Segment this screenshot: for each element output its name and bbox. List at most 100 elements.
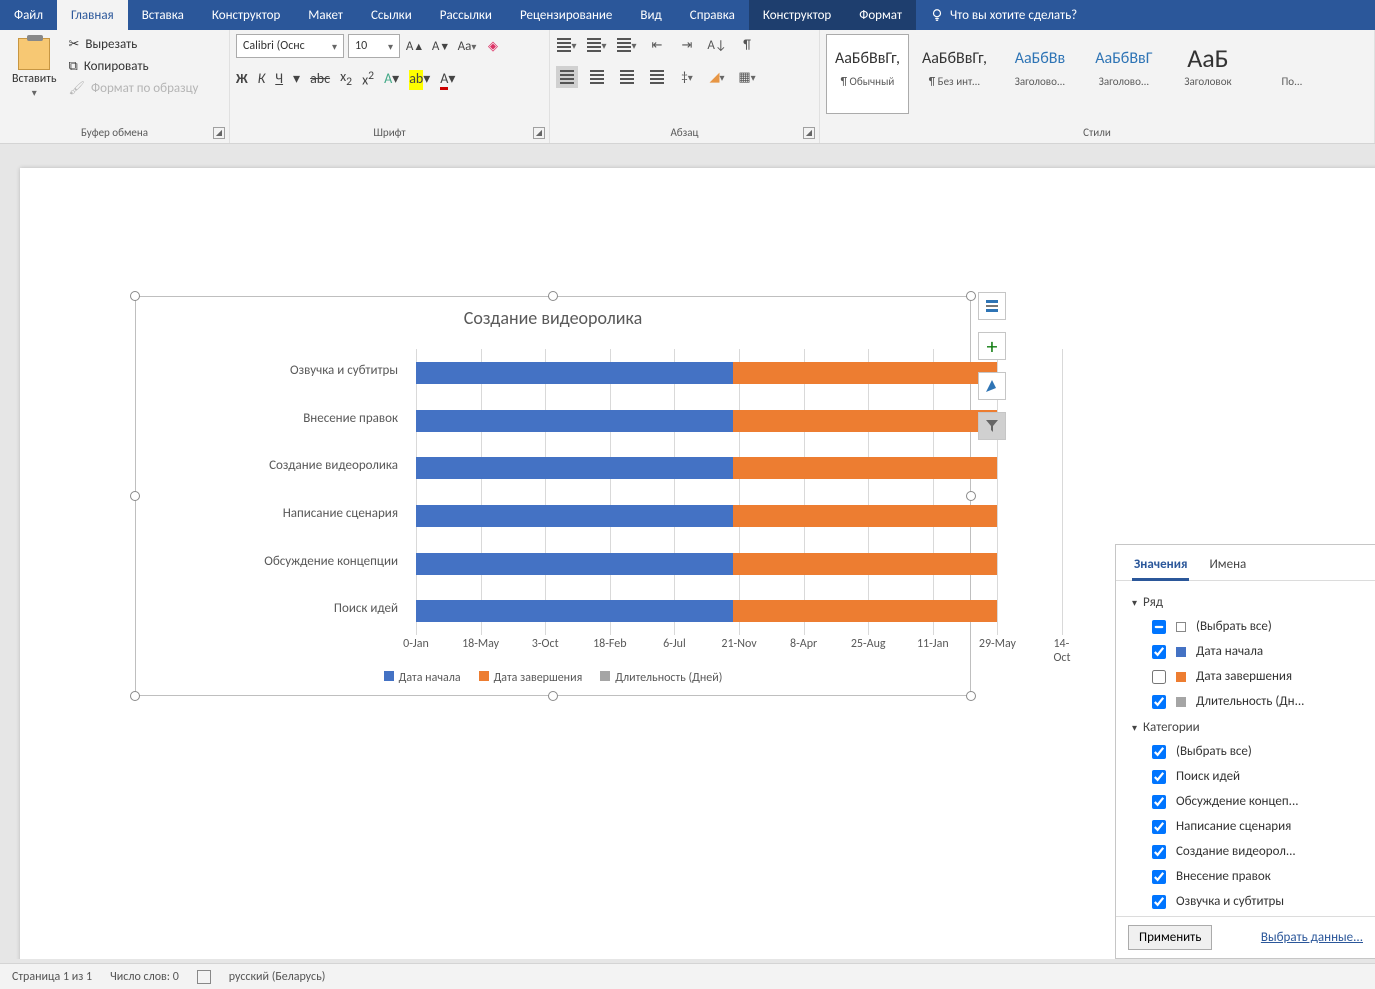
filter-row[interactable]: Внесение правок bbox=[1132, 864, 1369, 889]
filter-row[interactable]: Создание видеорол... bbox=[1132, 839, 1369, 864]
chart-title[interactable]: Создание видеоролика bbox=[136, 297, 970, 335]
status-words[interactable]: Число слов: 0 bbox=[110, 970, 179, 984]
resize-handle[interactable] bbox=[966, 291, 976, 301]
line-spacing-button[interactable]: ‡▾ bbox=[676, 66, 698, 88]
bold-button[interactable]: Ж bbox=[236, 70, 248, 87]
underline-button[interactable]: Ч bbox=[275, 70, 283, 87]
format-painter-button[interactable]: 🖌Формат по образцу bbox=[69, 78, 199, 98]
tab-insert[interactable]: Вставка bbox=[128, 0, 198, 30]
align-center-button[interactable] bbox=[586, 66, 608, 88]
show-marks-button[interactable]: ¶ bbox=[736, 34, 758, 56]
tab-chart-design[interactable]: Конструктор bbox=[749, 0, 845, 30]
filter-row[interactable]: Поиск идей bbox=[1132, 764, 1369, 789]
subscript-button[interactable]: x2 bbox=[340, 68, 352, 89]
justify-button[interactable] bbox=[646, 66, 668, 88]
filter-section-categories[interactable]: ▾Категории bbox=[1132, 714, 1369, 739]
filter-row[interactable]: Дата начала bbox=[1132, 639, 1369, 664]
chart-elements-button[interactable]: + bbox=[978, 332, 1006, 360]
multilevel-button[interactable]: ▾ bbox=[616, 34, 638, 56]
clipboard-launcher[interactable]: ◢ bbox=[213, 127, 225, 139]
document-canvas[interactable]: Создание видеоролика Озвучка и субтитрыВ… bbox=[0, 144, 1375, 959]
tab-design[interactable]: Конструктор bbox=[198, 0, 294, 30]
filter-row[interactable]: (Выбрать все) bbox=[1132, 739, 1369, 764]
clear-formatting-button[interactable]: ◈ bbox=[482, 35, 504, 57]
cut-button[interactable]: ✂Вырезать bbox=[69, 34, 199, 54]
style-card[interactable]: АаБбВвГг,¶ Обычный bbox=[826, 34, 909, 114]
tell-me-search[interactable]: Что вы хотите сделать? bbox=[916, 0, 1091, 30]
style-card[interactable]: По... bbox=[1252, 34, 1332, 114]
decrease-font-button[interactable]: A▼ bbox=[430, 35, 452, 57]
spellcheck-icon[interactable] bbox=[197, 970, 211, 984]
resize-handle[interactable] bbox=[130, 691, 140, 701]
filter-row[interactable]: Обсуждение концеп... bbox=[1132, 789, 1369, 814]
align-left-button[interactable] bbox=[556, 66, 578, 88]
numbering-button[interactable]: ▾ bbox=[586, 34, 608, 56]
tab-review[interactable]: Рецензирование bbox=[506, 0, 626, 30]
tab-layout[interactable]: Макет bbox=[294, 0, 357, 30]
styles-gallery[interactable]: АаБбВвГг,¶ ОбычныйАаБбВвГг,¶ Без инт...А… bbox=[826, 34, 1332, 114]
sort-button[interactable]: A↓ bbox=[706, 34, 728, 56]
font-launcher[interactable]: ◢ bbox=[533, 127, 545, 139]
tab-view[interactable]: Вид bbox=[626, 0, 675, 30]
chart-object[interactable]: Создание видеоролика Озвучка и субтитрыВ… bbox=[135, 296, 971, 696]
italic-button[interactable]: К bbox=[258, 70, 266, 87]
align-right-button[interactable] bbox=[616, 66, 638, 88]
resize-handle[interactable] bbox=[966, 691, 976, 701]
layout-options-button[interactable] bbox=[978, 292, 1006, 320]
filter-checkbox[interactable] bbox=[1152, 745, 1166, 759]
font-color-button[interactable]: A▾ bbox=[440, 70, 455, 87]
filter-checkbox[interactable] bbox=[1152, 795, 1166, 809]
superscript-button[interactable]: x2 bbox=[362, 69, 374, 89]
tab-home[interactable]: Главная bbox=[57, 0, 128, 30]
tab-help[interactable]: Справка bbox=[676, 0, 749, 30]
filter-checkbox[interactable] bbox=[1152, 645, 1166, 659]
decrease-indent-button[interactable]: ⇤ bbox=[646, 34, 668, 56]
filter-checkbox[interactable] bbox=[1152, 870, 1166, 884]
filter-row[interactable]: Дата завершения bbox=[1132, 664, 1369, 689]
style-card[interactable]: АаБбВвГЗаголово... bbox=[1084, 34, 1164, 114]
increase-font-button[interactable]: A▲ bbox=[404, 35, 426, 57]
filter-checkbox[interactable] bbox=[1152, 770, 1166, 784]
style-card[interactable]: АаБбВвГг,¶ Без инт... bbox=[913, 34, 996, 114]
text-effects-button[interactable]: A▾ bbox=[384, 70, 399, 87]
filter-section-series[interactable]: ▾Ряд bbox=[1132, 589, 1369, 614]
highlight-button[interactable]: ab▾ bbox=[409, 70, 430, 87]
filter-tab-names[interactable]: Имена bbox=[1207, 553, 1248, 580]
filter-checkbox[interactable] bbox=[1152, 820, 1166, 834]
style-card[interactable]: АаБЗаголовок bbox=[1168, 34, 1248, 114]
shading-button[interactable]: ◢▾ bbox=[706, 66, 728, 88]
paragraph-launcher[interactable]: ◢ bbox=[803, 127, 815, 139]
tab-file[interactable]: Файл bbox=[0, 0, 57, 30]
paste-button[interactable]: Вставить ▾ bbox=[6, 34, 63, 103]
copy-button[interactable]: ⧉Копировать bbox=[69, 56, 199, 76]
font-family-select[interactable]: Calibri (Оснс▾ bbox=[236, 34, 344, 58]
resize-handle[interactable] bbox=[130, 291, 140, 301]
status-page[interactable]: Страница 1 из 1 bbox=[12, 970, 92, 984]
status-language[interactable]: русский (Беларусь) bbox=[229, 970, 326, 984]
filter-row[interactable]: Написание сценария bbox=[1132, 814, 1369, 839]
strikethrough-button[interactable]: abc bbox=[310, 70, 330, 87]
increase-indent-button[interactable]: ⇥ bbox=[676, 34, 698, 56]
tab-mailings[interactable]: Рассылки bbox=[426, 0, 506, 30]
filter-checkbox[interactable] bbox=[1152, 670, 1166, 684]
change-case-button[interactable]: Aa▾ bbox=[456, 35, 478, 57]
filter-row[interactable]: Озвучка и субтитры bbox=[1132, 889, 1369, 914]
chart-filters-button[interactable] bbox=[978, 412, 1006, 440]
style-card[interactable]: АаБбВвЗаголово... bbox=[1000, 34, 1080, 114]
filter-checkbox[interactable] bbox=[1152, 895, 1166, 909]
filter-checkbox[interactable] bbox=[1152, 620, 1166, 634]
filter-row[interactable]: (Выбрать все) bbox=[1132, 614, 1369, 639]
bullets-button[interactable]: ▾ bbox=[556, 34, 578, 56]
select-data-link[interactable]: Выбрать данные... bbox=[1261, 930, 1363, 945]
chart-styles-button[interactable] bbox=[978, 372, 1006, 400]
tab-references[interactable]: Ссылки bbox=[357, 0, 426, 30]
filter-checkbox[interactable] bbox=[1152, 845, 1166, 859]
filter-row[interactable]: Длительность (Дн... bbox=[1132, 689, 1369, 714]
resize-handle[interactable] bbox=[548, 291, 558, 301]
resize-handle[interactable] bbox=[548, 691, 558, 701]
filter-checkbox[interactable] bbox=[1152, 695, 1166, 709]
tab-chart-format[interactable]: Формат bbox=[845, 0, 916, 30]
borders-button[interactable]: ▦▾ bbox=[736, 66, 758, 88]
font-size-select[interactable]: 10▾ bbox=[348, 34, 400, 58]
filter-tab-values[interactable]: Значения bbox=[1132, 553, 1189, 580]
